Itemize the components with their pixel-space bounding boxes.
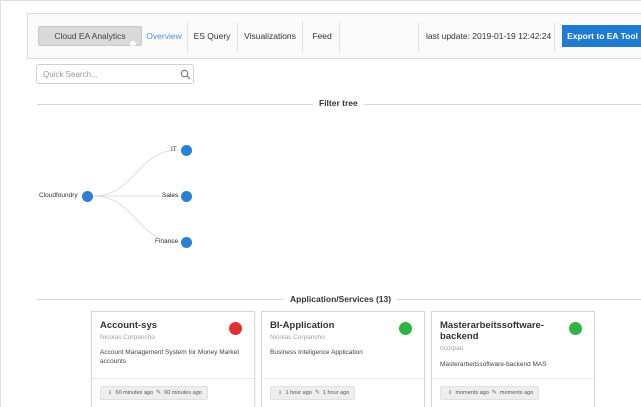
card-footer: ⭳ 60 minutes ago ✎ 60 minutes ago bbox=[92, 378, 254, 407]
user-icon: ⭳ bbox=[108, 390, 112, 396]
card-description: Masterarbeitssoftware-backend MAS bbox=[440, 361, 547, 368]
card-title[interactable]: BI-Application bbox=[270, 320, 398, 331]
card-author: Nicolas Corpancho bbox=[270, 334, 325, 341]
brand-button[interactable]: Cloud EA Analytics bbox=[38, 26, 142, 46]
nav-divider bbox=[554, 22, 555, 52]
card-title[interactable]: Account-sys bbox=[100, 320, 228, 331]
card-description: Account Management System for Money Mark… bbox=[100, 349, 240, 365]
created-time: moments ago bbox=[455, 390, 489, 396]
created-time: 1 hour ago bbox=[285, 390, 312, 396]
card-footer: ⭳ 1 hour ago ✎ 1 hour ago bbox=[262, 378, 424, 407]
search-input[interactable] bbox=[43, 68, 175, 81]
card-meta-badge: ⭳ moments ago ✎ moments ago bbox=[440, 386, 540, 400]
services-title: Application/Services (13) bbox=[284, 294, 398, 305]
export-button[interactable]: Export to EA Tool bbox=[562, 25, 641, 47]
pencil-icon: ✎ bbox=[156, 390, 162, 396]
tab-es-query[interactable]: ES Query bbox=[192, 26, 232, 46]
card-footer: ⭳ moments ago ✎ moments ago bbox=[432, 378, 594, 407]
user-icon: ⭳ bbox=[278, 390, 282, 396]
nav-divider bbox=[237, 22, 238, 52]
top-navbar: Cloud EA Analytics Overview ES Query Vis… bbox=[27, 13, 641, 59]
tree-label-it: IT bbox=[171, 146, 177, 153]
card-title[interactable]: Masterarbeitssoftware-backend bbox=[440, 320, 568, 342]
quick-search[interactable] bbox=[36, 64, 194, 84]
filter-tree-title: Filter tree bbox=[313, 98, 364, 109]
status-indicator bbox=[569, 322, 582, 335]
tab-visualizations[interactable]: Visualizations bbox=[242, 26, 298, 46]
tree-node-it[interactable] bbox=[181, 145, 192, 156]
card-meta-badge: ⭳ 60 minutes ago ✎ 60 minutes ago bbox=[100, 386, 208, 400]
status-indicator bbox=[399, 322, 412, 335]
nav-divider bbox=[339, 22, 340, 52]
user-icon: ⭳ bbox=[448, 390, 452, 396]
nav-divider bbox=[187, 22, 188, 52]
card-meta-badge: ⭳ 1 hour ago ✎ 1 hour ago bbox=[270, 386, 356, 400]
card-description: Business Inteligence Application bbox=[270, 349, 363, 356]
card-author: Nicolas Corpancho bbox=[100, 334, 155, 341]
created-time: 60 minutes ago bbox=[115, 390, 154, 396]
tree-label-root: Cloudfoundry bbox=[39, 192, 78, 199]
edited-time: 60 minutes ago bbox=[164, 390, 202, 396]
service-card[interactable]: BI-Application Nicolas Corpancho Busines… bbox=[261, 311, 425, 407]
card-author: ncorpan bbox=[440, 345, 464, 352]
status-indicator bbox=[229, 322, 242, 335]
tree-node-finance[interactable] bbox=[181, 237, 192, 248]
tab-feed[interactable]: Feed bbox=[307, 26, 337, 46]
edited-time: 1 hour ago bbox=[322, 390, 350, 396]
filter-tree: Cloudfoundry IT Sales Finance bbox=[31, 131, 231, 261]
last-update-text: last update: 2019-01-19 12:42:24 bbox=[426, 31, 552, 41]
nav-divider bbox=[302, 22, 303, 52]
search-icon[interactable] bbox=[180, 69, 191, 80]
tree-label-sales: Sales bbox=[162, 192, 179, 199]
service-card[interactable]: Masterarbeitssoftware-backend ncorpan Ma… bbox=[431, 311, 595, 407]
app-window: Cloud EA Analytics Overview ES Query Vis… bbox=[0, 0, 641, 407]
tab-overview[interactable]: Overview bbox=[146, 26, 182, 46]
edited-time: moments ago bbox=[499, 390, 534, 396]
service-card[interactable]: Account-sys Nicolas Corpancho Account Ma… bbox=[91, 311, 255, 407]
pencil-icon: ✎ bbox=[491, 390, 497, 396]
pencil-icon: ✎ bbox=[314, 390, 320, 396]
tree-label-finance: Finance bbox=[155, 238, 179, 245]
tree-node-sales[interactable] bbox=[181, 191, 192, 202]
tree-node-root[interactable] bbox=[82, 191, 93, 202]
nav-divider bbox=[418, 22, 419, 52]
